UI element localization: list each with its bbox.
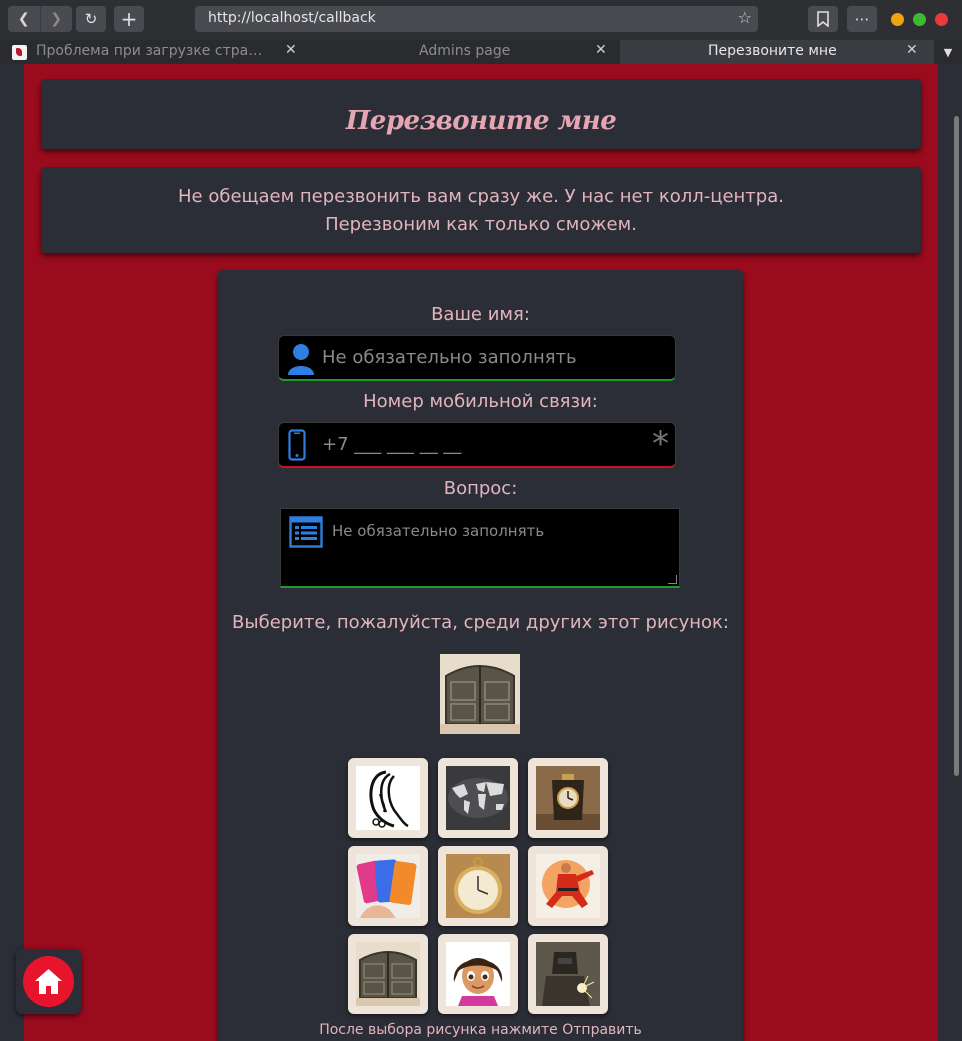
notice-text: Перезвоним как только сможем. (325, 214, 637, 235)
close-tab-icon[interactable]: ✕ (595, 42, 607, 58)
home-button-circle (23, 956, 74, 1007)
cartoon-girl-icon (446, 942, 510, 1006)
captcha-prompt: Выберите, пожалуйста, среди других этот … (232, 612, 729, 633)
history-buttons: ❮ ❯ (8, 6, 72, 32)
back-button[interactable]: ❮ (8, 6, 40, 32)
maximize-window-button[interactable] (913, 13, 926, 26)
browser-toolbar: ❮ ❯ ↻ + http://localhost/callback ☆ ⋯ (0, 0, 962, 40)
captcha-option-pocket-watch[interactable] (438, 846, 518, 926)
martial-arts-icon (536, 854, 600, 918)
home-button[interactable] (16, 949, 81, 1014)
captcha-option-world-map[interactable] (438, 758, 518, 838)
notice-card: Не обещаем перезвонить вам сразу же. У н… (41, 167, 921, 253)
mantel-clock-icon (536, 766, 600, 830)
captcha-option-cartoon-girl[interactable] (438, 934, 518, 1014)
tab-callback[interactable]: Перезвоните мне ✕ (620, 40, 934, 64)
question-placeholder: Не обязательно заполнять (332, 522, 545, 540)
phone-label: Номер мобильной связи: (363, 391, 598, 412)
page-content: Перезвоните мне Не обещаем перезвонить в… (24, 64, 938, 1041)
close-tab-icon[interactable]: ✕ (285, 42, 297, 58)
name-placeholder: Не обязательно заполнять (322, 347, 577, 368)
captcha-option-welder[interactable] (528, 934, 608, 1014)
captcha-option-smartphones[interactable] (348, 846, 428, 926)
question-label: Вопрос: (443, 478, 518, 499)
bookmark-star-icon[interactable]: ☆ (738, 8, 752, 27)
forward-button[interactable]: ❯ (39, 6, 73, 32)
notice-text: Не обещаем перезвонить вам сразу же. У н… (178, 186, 784, 207)
tab-admins-page[interactable]: Admins page ✕ (310, 40, 620, 64)
site-favicon-icon (12, 45, 27, 60)
gate-icon (440, 654, 520, 734)
welder-icon (536, 942, 600, 1006)
url-text: http://localhost/callback (208, 10, 376, 26)
list-document-icon (289, 516, 323, 548)
new-tab-button[interactable]: + (114, 6, 144, 32)
reload-button[interactable]: ↻ (76, 6, 106, 32)
page-title: Перезвоните мне (345, 106, 617, 136)
heading-card: Перезвоните мне (41, 79, 921, 149)
world-map-icon (446, 766, 510, 830)
required-asterisk-icon: * (652, 424, 669, 464)
question-textarea[interactable]: Не обязательно заполнять (280, 508, 680, 588)
captcha-option-martial-arts[interactable] (528, 846, 608, 926)
gate-icon (356, 942, 420, 1006)
tab-title: Перезвоните мне (708, 43, 837, 59)
captcha-footnote: После выбора рисунка нажмите Отправить (319, 1022, 642, 1038)
captcha-target-image (440, 654, 520, 734)
phone-placeholder: +7 ___ ___ __ __ (322, 434, 462, 455)
name-field[interactable]: Не обязательно заполнять (278, 335, 676, 381)
captcha-option-mantel-clock[interactable] (528, 758, 608, 838)
address-bar[interactable]: http://localhost/callback ☆ (195, 6, 758, 32)
captcha-option-hair-salon[interactable] (348, 758, 428, 838)
smartphones-icon (356, 854, 420, 918)
menu-button[interactable]: ⋯ (847, 6, 877, 32)
home-icon (35, 969, 62, 994)
close-window-button[interactable] (935, 13, 948, 26)
user-icon (288, 344, 314, 375)
tab-title: Проблема при загрузке стра… (36, 43, 263, 59)
bookmarks-button[interactable] (808, 6, 838, 32)
resize-handle-icon[interactable] (668, 575, 677, 584)
tab-bar: Проблема при загрузке стра… ✕ Admins pag… (0, 40, 962, 64)
callback-form: Ваше имя: Не обязательно заполнять Номер… (218, 270, 743, 1041)
captcha-option-gate[interactable] (348, 934, 428, 1014)
tab-error-page[interactable]: Проблема при загрузке стра… ✕ (0, 40, 310, 64)
tab-list-dropdown-icon[interactable]: ▼ (934, 40, 962, 64)
tab-title: Admins page (419, 43, 511, 59)
close-tab-icon[interactable]: ✕ (906, 42, 918, 58)
hair-salon-icon (356, 766, 420, 830)
phone-field[interactable]: +7 ___ ___ __ __ * (278, 422, 676, 468)
bookmark-icon (817, 11, 829, 27)
name-label: Ваше имя: (431, 304, 530, 325)
pocket-watch-icon (446, 854, 510, 918)
minimize-window-button[interactable] (891, 13, 904, 26)
mobile-phone-icon (288, 429, 306, 461)
page-scrollbar[interactable] (954, 116, 959, 776)
